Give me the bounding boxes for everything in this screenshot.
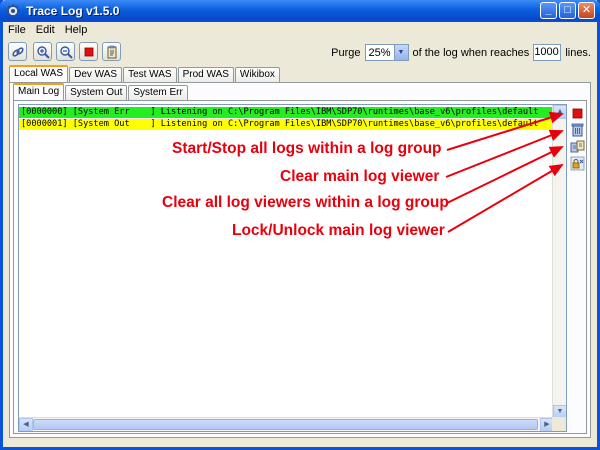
arrow-start-stop (446, 111, 564, 151)
annotation-arrows (445, 111, 564, 233)
arrow-clear-main (445, 129, 564, 178)
